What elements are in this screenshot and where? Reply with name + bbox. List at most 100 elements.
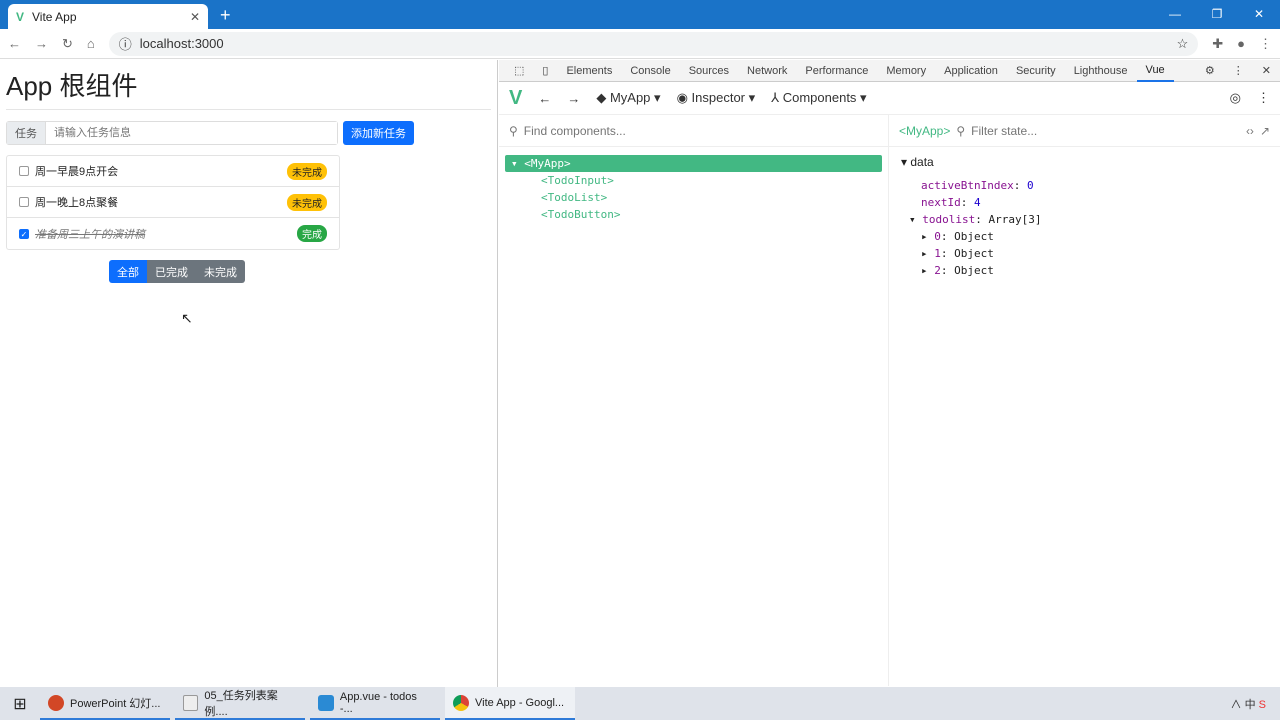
state-key: nextId: [921, 196, 961, 209]
add-task-button[interactable]: 添加新任务: [343, 121, 414, 145]
browser-tab[interactable]: V Vite App ✕: [8, 4, 208, 29]
tree-node-todoinput[interactable]: <TodoInput>: [505, 172, 882, 189]
data-section[interactable]: ▾ data: [901, 155, 1268, 169]
menu-icon[interactable]: ⋮: [1259, 36, 1272, 52]
todo-checkbox[interactable]: ✓: [19, 228, 29, 239]
todo-checkbox[interactable]: [19, 197, 29, 207]
todo-item: 周一晚上8点聚餐 未完成: [7, 187, 339, 218]
state-value: 0: [1026, 179, 1034, 192]
more-icon[interactable]: ⋮: [1224, 60, 1253, 82]
windows-start-icon[interactable]: ⊞: [0, 694, 40, 714]
back-icon[interactable]: ←: [8, 36, 21, 51]
tab-sources[interactable]: Sources: [680, 60, 738, 82]
typora-icon: [183, 694, 199, 711]
array-item[interactable]: ▸ 2: Object: [901, 262, 1268, 279]
restore-button[interactable]: ❐: [1196, 0, 1238, 28]
address-bar: ← → ↻ ⌂ ⓘ localhost:3000 ☆ ✚ ● ⋮: [0, 29, 1280, 59]
filter-undone-button[interactable]: 未完成: [196, 260, 245, 283]
tab-title: Vite App: [32, 9, 77, 24]
star-icon[interactable]: ☆: [1177, 36, 1189, 52]
tab-lighthouse[interactable]: Lighthouse: [1065, 60, 1137, 82]
tab-application[interactable]: Application: [935, 60, 1007, 82]
filter-state-input[interactable]: [971, 123, 1172, 138]
extensions-icon[interactable]: ✚: [1212, 36, 1223, 52]
state-key: 1: [934, 247, 941, 260]
taskbar-label: App.vue - todos -...: [339, 690, 417, 715]
todo-item: 周一早晨9点开会 未完成: [7, 156, 339, 187]
array-item[interactable]: ▸ 0: Object: [901, 228, 1268, 245]
vue-logo-icon: V: [16, 9, 25, 24]
filter-button-group: 全部 已完成 未完成: [109, 260, 491, 283]
url-input[interactable]: ⓘ localhost:3000 ☆: [108, 31, 1199, 56]
taskbar-vscode[interactable]: App.vue - todos -...: [310, 687, 440, 720]
view-selector[interactable]: ⅄ Components ▾: [771, 90, 866, 106]
tray-icons[interactable]: ∧ 中 S: [1231, 696, 1266, 712]
filter-done-button[interactable]: 已完成: [147, 260, 196, 283]
home-icon[interactable]: ⌂: [87, 36, 95, 51]
inspect-icon[interactable]: ⬚: [505, 60, 533, 82]
settings-icon[interactable]: ⚙: [1196, 60, 1224, 82]
tab-security[interactable]: Security: [1007, 60, 1065, 82]
component-tree-pane: ⚲ ▾ <MyApp> <TodoInput> <TodoList> <Todo…: [499, 115, 889, 686]
filter-all-button[interactable]: 全部: [109, 260, 147, 283]
tab-performance[interactable]: Performance: [796, 60, 877, 82]
open-external-icon[interactable]: ↗: [1260, 124, 1270, 138]
target-icon[interactable]: ◎: [1230, 90, 1241, 106]
code-icon[interactable]: ‹›: [1246, 124, 1254, 138]
close-tab-icon[interactable]: ✕: [190, 10, 200, 24]
find-components-input[interactable]: [523, 123, 679, 138]
powerpoint-icon: [48, 694, 64, 711]
vscode-icon: [318, 694, 334, 711]
taskbar-chrome[interactable]: Vite App - Googl...: [445, 687, 575, 720]
state-key: 0: [934, 230, 941, 243]
new-tab-button[interactable]: +: [220, 5, 231, 26]
forward-icon[interactable]: →: [567, 91, 580, 106]
todo-text: 周一早晨9点开会: [35, 166, 119, 178]
selected-component: <MyApp>: [899, 123, 951, 138]
mode-selector[interactable]: ◉ Inspector ▾: [677, 90, 756, 106]
state-key: 2: [934, 264, 941, 277]
state-row[interactable]: ▾ todolist: Array[3]: [901, 211, 1268, 228]
taskbar: ⊞ PowerPoint 幻灯... 05_任务列表案例.... App.vue…: [0, 687, 1280, 720]
todo-checkbox[interactable]: [19, 166, 29, 176]
tree-node-todobutton[interactable]: <TodoButton>: [505, 206, 882, 223]
app-name: MyApp: [609, 90, 651, 105]
state-row: activeBtnIndex: 0: [921, 179, 1034, 192]
tree-node-todolist[interactable]: <TodoList>: [505, 189, 882, 206]
mode-name: Inspector: [691, 90, 746, 105]
profile-icon[interactable]: ●: [1237, 36, 1245, 51]
page-title: App 根组件: [6, 66, 491, 110]
search-icon: ⚲: [509, 123, 518, 138]
tab-vue[interactable]: Vue: [1136, 60, 1174, 82]
taskbar-typora[interactable]: 05_任务列表案例....: [175, 687, 305, 720]
info-icon: ⓘ: [118, 37, 132, 52]
close-devtools-icon[interactable]: ✕: [1253, 60, 1280, 82]
task-input-group: 任务: [6, 121, 338, 145]
device-icon[interactable]: ▯: [533, 60, 557, 82]
minimize-button[interactable]: —: [1154, 0, 1196, 28]
back-icon[interactable]: ←: [538, 91, 551, 106]
taskbar-label: Vite App - Googl...: [475, 696, 565, 709]
reload-icon[interactable]: ↻: [62, 36, 73, 52]
app-selector[interactable]: ◆ MyApp ▾: [596, 90, 660, 106]
state-key: todolist: [922, 213, 976, 226]
tab-console[interactable]: Console: [621, 60, 679, 82]
state-value: Object: [954, 264, 994, 277]
tab-memory[interactable]: Memory: [877, 60, 935, 82]
close-window-button[interactable]: ✕: [1238, 0, 1280, 28]
devtools-tabs: ⬚ ▯ Elements Console Sources Network Perf…: [499, 60, 1280, 82]
taskbar-label: PowerPoint 幻灯...: [70, 697, 161, 710]
state-value: Array[3]: [988, 213, 1042, 226]
array-item[interactable]: ▸ 1: Object: [901, 245, 1268, 262]
status-badge: 未完成: [287, 193, 327, 211]
taskbar-powerpoint[interactable]: PowerPoint 幻灯...: [40, 687, 170, 720]
task-input[interactable]: [46, 122, 337, 144]
view-name: Components: [782, 90, 857, 105]
forward-icon[interactable]: →: [35, 36, 48, 51]
more-icon[interactable]: ⋮: [1257, 90, 1270, 106]
state-key: activeBtnIndex: [921, 179, 1014, 192]
tree-node-myapp[interactable]: ▾ <MyApp>: [505, 155, 882, 172]
vue-toolbar: V ← → ◆ MyApp ▾ ◉ Inspector ▾ ⅄ Component…: [499, 82, 1280, 115]
tab-elements[interactable]: Elements: [557, 60, 621, 82]
tab-network[interactable]: Network: [738, 60, 796, 82]
